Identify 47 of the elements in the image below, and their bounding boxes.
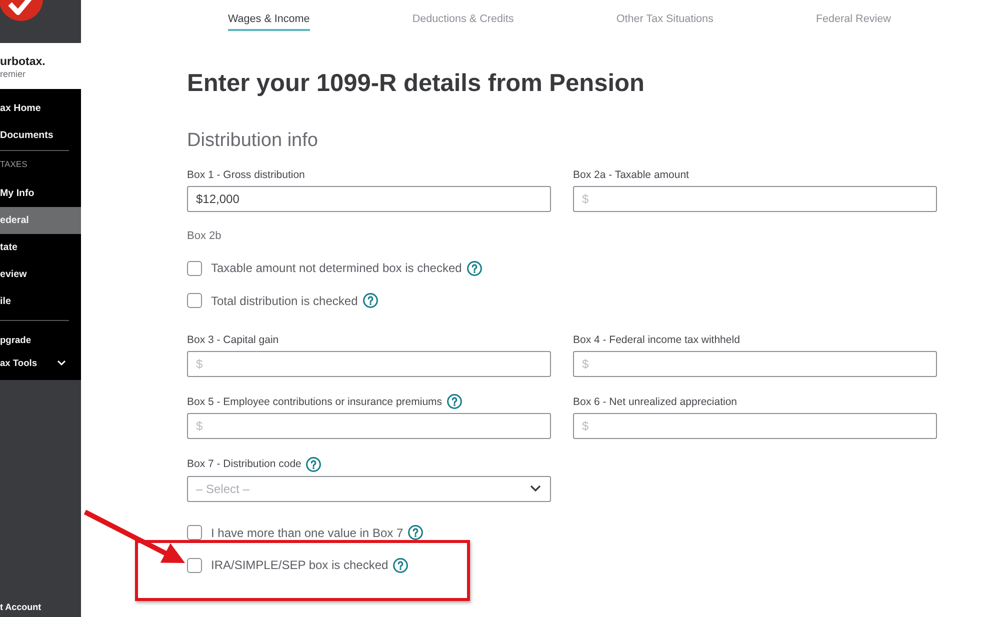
help-icon[interactable] <box>408 525 424 540</box>
section-title: Distribution info <box>187 130 319 152</box>
help-icon[interactable] <box>447 394 462 409</box>
help-icon[interactable] <box>306 456 322 472</box>
input-field[interactable]: $ <box>187 350 551 376</box>
nav-item[interactable]: ax Home <box>0 95 81 122</box>
field-label: Box 2a - Taxable amount <box>573 168 689 182</box>
logo-icon[interactable] <box>0 0 43 21</box>
checkbox[interactable] <box>187 525 202 540</box>
input-field[interactable]: $ <box>187 413 551 439</box>
chevron-down-icon[interactable] <box>57 360 66 366</box>
account-link[interactable]: t Account <box>0 600 81 617</box>
help-icon[interactable] <box>466 260 482 276</box>
checkbox[interactable] <box>187 558 202 572</box>
checkbox[interactable] <box>187 293 202 308</box>
nav-item[interactable]: pgrade <box>0 328 81 351</box>
nav-item[interactable]: Documents <box>0 122 81 149</box>
nav-item[interactable]: eview <box>0 261 81 288</box>
tab[interactable]: Wages & Income <box>228 0 310 31</box>
help-icon[interactable] <box>393 558 408 572</box>
field-label: Box 1 - Gross distribution <box>187 168 305 182</box>
checkbox-label: Taxable amount not determined box is checked <box>211 260 462 276</box>
edition-label: remier <box>0 68 27 80</box>
input-field[interactable]: $ <box>573 350 937 376</box>
field-label: Box 3 - Capital gain <box>187 332 279 346</box>
field-label: Box 5 - Employee contributions or insurance premiums <box>187 394 442 408</box>
nav-item[interactable]: ile <box>0 288 81 315</box>
help-icon[interactable] <box>362 293 378 308</box>
checkbox[interactable] <box>187 260 202 276</box>
brand-name: urbotax. <box>0 54 46 68</box>
section-heading: TAXES <box>0 158 28 171</box>
checkbox-label: Total distribution is checked <box>211 292 358 308</box>
nav-item[interactable]: My Info <box>0 180 81 207</box>
group-label: Box 2b <box>187 229 222 243</box>
nav-item[interactable]: ax Tools <box>0 351 81 374</box>
checkbox-label: IRA/SIMPLE/SEP box is checked <box>211 557 388 573</box>
checkbox-label: I have more than one value in Box 7 <box>211 524 404 540</box>
page-title: Enter your 1099-R details from Pension <box>187 69 646 99</box>
chevron-down-icon <box>530 485 541 492</box>
nav-item[interactable]: ederal <box>0 207 81 234</box>
field-label: Box 4 - Federal income tax withheld <box>573 332 740 346</box>
input-field[interactable]: $ <box>573 413 937 439</box>
input-field[interactable]: $12,000 <box>187 186 551 212</box>
input-field[interactable]: $ <box>573 186 937 212</box>
field-label: Box 7 - Distribution code <box>187 457 302 471</box>
nav-item[interactable]: tate <box>0 234 81 261</box>
field-label: Box 6 - Net unrealized appreciation <box>573 395 738 409</box>
